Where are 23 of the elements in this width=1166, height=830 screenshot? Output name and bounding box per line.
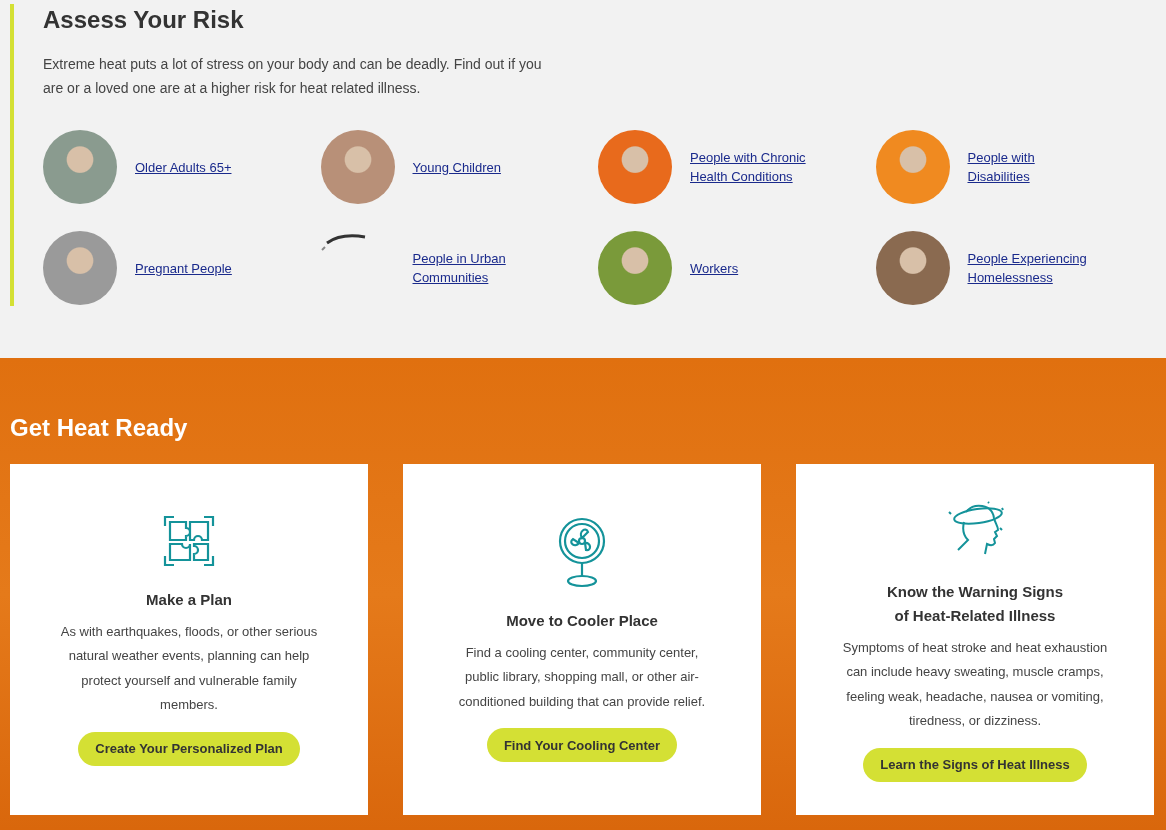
intro-paragraph: Extreme heat puts a lot of stress on your body and can be deadly. Find out if you are or a loved one are at a higher risk for heat related illness. <box>43 55 543 98</box>
risk-group-link[interactable]: People with Chronic Health Conditions <box>690 148 820 186</box>
action-button[interactable]: Create Your Personalized Plan <box>78 731 300 766</box>
risk-group-link[interactable]: People in Urban Communities <box>412 249 543 287</box>
action-button[interactable]: Find Your Cooling Center <box>486 728 678 763</box>
card-title: Make a Plan <box>146 589 232 610</box>
card-description: Find a cooling center, community center, public library, shopping mall, or other air-conditioned building that can provide relief. <box>457 643 707 711</box>
risk-group-link[interactable]: People Experiencing Homelessness <box>967 249 1098 287</box>
card-title: Know the Warning Signs of Heat-Related Illness <box>886 581 1064 626</box>
risk-group-link[interactable]: Older Adults 65+ <box>135 157 265 177</box>
action-button[interactable]: Learn the Signs of Heat Illness <box>863 747 1087 782</box>
section-title: Assess Your Risk <box>43 5 245 35</box>
risk-group-link[interactable]: Young Children <box>412 157 543 177</box>
risk-group-link[interactable]: Pregnant People <box>135 258 265 278</box>
card-description: As with earthquakes, floods, or other serious natural weather events, planning can help protect yourself and vulnerable family members. <box>59 622 319 714</box>
broken-image-icon <box>320 233 367 251</box>
puzzle-icon <box>162 513 216 568</box>
section-title: Get Heat Ready <box>10 413 189 443</box>
risk-group-link[interactable]: People with Disabilities <box>967 148 1098 186</box>
fan-icon <box>557 516 607 589</box>
risk-group-link[interactable]: Workers <box>690 258 820 278</box>
card-description: Symptoms of heat stroke and heat exhaustion can include heavy sweating, muscle cramps, feeling weak, headache, nausea or vomiting, tiredness, or dizziness. <box>842 638 1108 730</box>
card-title: Move to Cooler Place <box>506 610 658 631</box>
